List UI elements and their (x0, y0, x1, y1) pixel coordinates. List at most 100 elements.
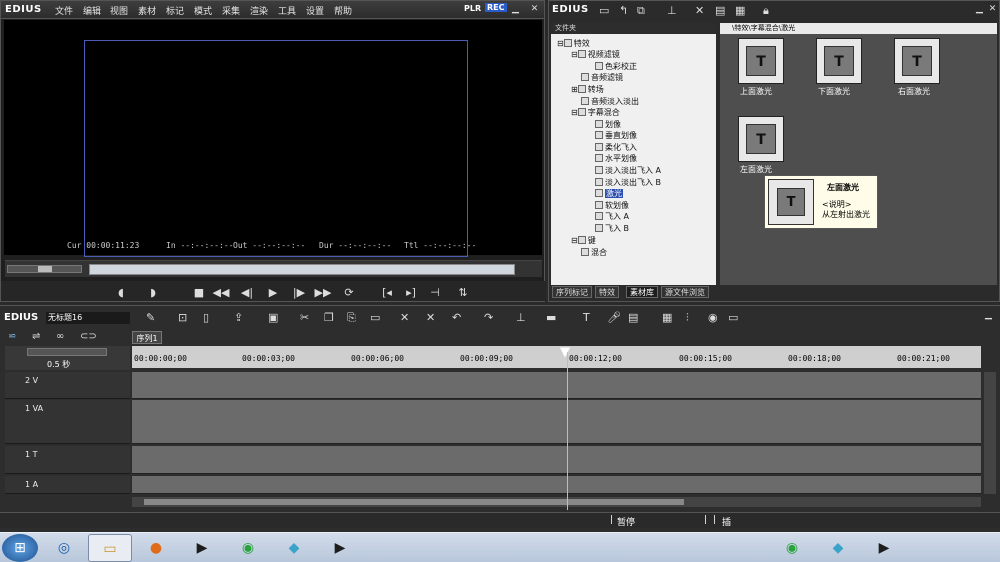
tree-item[interactable]: 飞入 B (595, 223, 629, 234)
mic-icon[interactable]: 🎤︎ (607, 311, 621, 324)
tree-item[interactable]: 飞入 A (595, 211, 629, 222)
shuttle-knob[interactable] (38, 266, 52, 272)
firefox-icon[interactable]: ● (134, 534, 178, 562)
shuttle-slider[interactable] (7, 265, 82, 273)
position-bar[interactable] (89, 264, 515, 275)
copy-icon[interactable]: ❐ (324, 311, 334, 324)
cut-icon[interactable]: ✂ (300, 311, 309, 324)
effect-thumb-top-laser[interactable]: T (738, 38, 784, 84)
timeline-hscrollbar[interactable] (132, 497, 981, 507)
tree-item[interactable]: 软划像 (595, 200, 629, 211)
track-lane-1va[interactable] (132, 400, 981, 444)
scroll-thumb[interactable] (144, 499, 684, 505)
snap-icon[interactable]: ⊥ (516, 311, 526, 324)
mixer-icon[interactable]: ⫶ (686, 311, 689, 325)
menu-edit[interactable]: 编辑 (83, 4, 101, 17)
menu-settings[interactable]: 设置 (306, 4, 324, 17)
media-player-icon[interactable]: ◎ (42, 534, 86, 562)
start-button[interactable]: ⊞ (2, 534, 38, 562)
menu-render[interactable]: 渲染 (250, 4, 268, 17)
menu-mode[interactable]: 模式 (194, 4, 212, 17)
menu-tools[interactable]: 工具 (278, 4, 296, 17)
plr-mode-button[interactable]: PLR (464, 4, 481, 13)
tree-item[interactable]: 音频淡入淡出 (581, 96, 639, 107)
title-tool-icon[interactable]: T (583, 311, 590, 324)
delete-clip-icon[interactable]: ✕ (400, 311, 409, 324)
undo-icon[interactable]: ↶ (452, 311, 461, 324)
up-folder-icon[interactable]: ↰ (619, 4, 628, 17)
notes-icon[interactable]: ◆ (272, 534, 316, 562)
grid-icon[interactable]: ▦ (662, 311, 672, 324)
tab-source-browser[interactable]: 源文件浏览 (661, 286, 709, 298)
redo-icon[interactable]: ↷ (484, 311, 493, 324)
step-back-icon[interactable]: ◀| (237, 285, 257, 301)
menu-clip[interactable]: 素材 (138, 4, 156, 17)
delete-icon[interactable]: ✕ (695, 4, 704, 17)
stop-icon[interactable]: ■ (189, 285, 209, 301)
tray-ie-icon[interactable]: ◉ (770, 534, 814, 562)
effect-thumb-right-laser[interactable]: T (894, 38, 940, 84)
ie-icon[interactable]: ◉ (226, 534, 270, 562)
edius-icon[interactable]: ▶ (180, 534, 224, 562)
tree-item[interactable]: 淡入淡出飞入 B (595, 177, 661, 188)
rewind-icon[interactable]: ◀◀ (211, 285, 231, 301)
effect-thumb-bottom-laser[interactable]: T (816, 38, 862, 84)
tree-item[interactable]: ⊟ 键 (571, 235, 596, 246)
overwrite-to-timeline-icon[interactable]: ▸] (401, 285, 421, 301)
track-lane-1t[interactable] (132, 446, 981, 474)
tree-item[interactable]: ⊟ 特效 (557, 38, 590, 49)
view-mode-icon[interactable]: ▦ (735, 4, 745, 17)
tree-item[interactable]: ⊞ 转场 (571, 84, 604, 95)
open-icon[interactable]: ⇪ (234, 311, 243, 324)
rec-mode-button[interactable]: REC (485, 3, 507, 12)
tray-notes-icon[interactable]: ◆ (816, 534, 860, 562)
paste-icon[interactable]: ⎘ (347, 311, 356, 325)
timeline-ruler[interactable]: 00:00:00;00 00:00:03;00 00:00:06;00 00:0… (132, 346, 981, 368)
tree-item[interactable]: 淡入淡出飞入 A (595, 165, 661, 176)
tree-item[interactable]: ⊟ 字幕混合 (571, 107, 620, 118)
tree-item[interactable]: 水平划像 (595, 153, 637, 164)
timeline-vscrollbar[interactable] (984, 372, 996, 494)
tree-item[interactable]: 混合 (581, 247, 607, 258)
track-lane-1a[interactable] (132, 476, 981, 494)
tab-sequence1[interactable]: 序列1 (132, 331, 162, 344)
replace-icon[interactable]: ▭ (370, 311, 380, 324)
record-icon[interactable]: ◉ (708, 311, 718, 324)
menu-file[interactable]: 文件 (55, 4, 73, 17)
add-clip-icon[interactable]: ⧉ (637, 4, 645, 18)
properties-icon[interactable]: ▤ (715, 4, 725, 17)
tree-item[interactable]: 色彩校正 (595, 61, 637, 72)
set-out-icon[interactable]: ◗ (143, 285, 163, 301)
tab-bin[interactable]: 素材库 (626, 286, 658, 298)
tray-edius-icon[interactable]: ▶ (862, 534, 906, 562)
output-icon[interactable]: ⇅ (453, 285, 473, 301)
tree-item[interactable]: ⊟ 视频滤镜 (571, 49, 620, 60)
step-forward-icon[interactable]: |▶ (289, 285, 309, 301)
sync-icon[interactable]: ⇌ (32, 331, 40, 342)
tree-item[interactable]: 垂直划像 (595, 130, 637, 141)
track-view-icon[interactable]: ⋍ (8, 331, 16, 342)
fast-forward-icon[interactable]: ▶▶ (313, 285, 333, 301)
save-icon[interactable]: ▣ (268, 311, 278, 324)
set-in-icon[interactable]: ◖ (111, 285, 131, 301)
menu-marker[interactable]: 标记 (166, 4, 184, 17)
tab-sequence-markers[interactable]: 序列标记 (552, 286, 592, 298)
ripple-delete-icon[interactable]: ✕ (426, 311, 435, 324)
insert-to-timeline-icon[interactable]: [◂ (377, 285, 397, 301)
menu-help[interactable]: 帮助 (334, 4, 352, 17)
effect-thumb-left-laser[interactable]: T (738, 116, 784, 162)
library-close-icon[interactable]: ✕ (987, 4, 998, 15)
loop-icon[interactable]: ⟳ (339, 285, 359, 301)
layout-icon[interactable]: ▭ (728, 311, 738, 324)
lock-icon[interactable]: 🔒︎ (763, 4, 769, 18)
folder-icon[interactable]: ▭ (599, 4, 609, 17)
new-file-icon[interactable]: ▯ (203, 311, 209, 324)
align-icon[interactable]: ⊥ (667, 4, 677, 17)
track-lane-2v[interactable] (132, 372, 981, 399)
timeline-minimize-icon[interactable]: ▁ (983, 310, 994, 321)
split-icon[interactable]: ⊣ (425, 285, 445, 301)
tree-item[interactable]: 柔化飞入 (595, 142, 637, 153)
library-minimize-icon[interactable]: ▁ (974, 4, 985, 15)
render-icon[interactable]: ▤ (628, 311, 638, 324)
tree-item-selected[interactable]: 激光 (595, 188, 623, 199)
